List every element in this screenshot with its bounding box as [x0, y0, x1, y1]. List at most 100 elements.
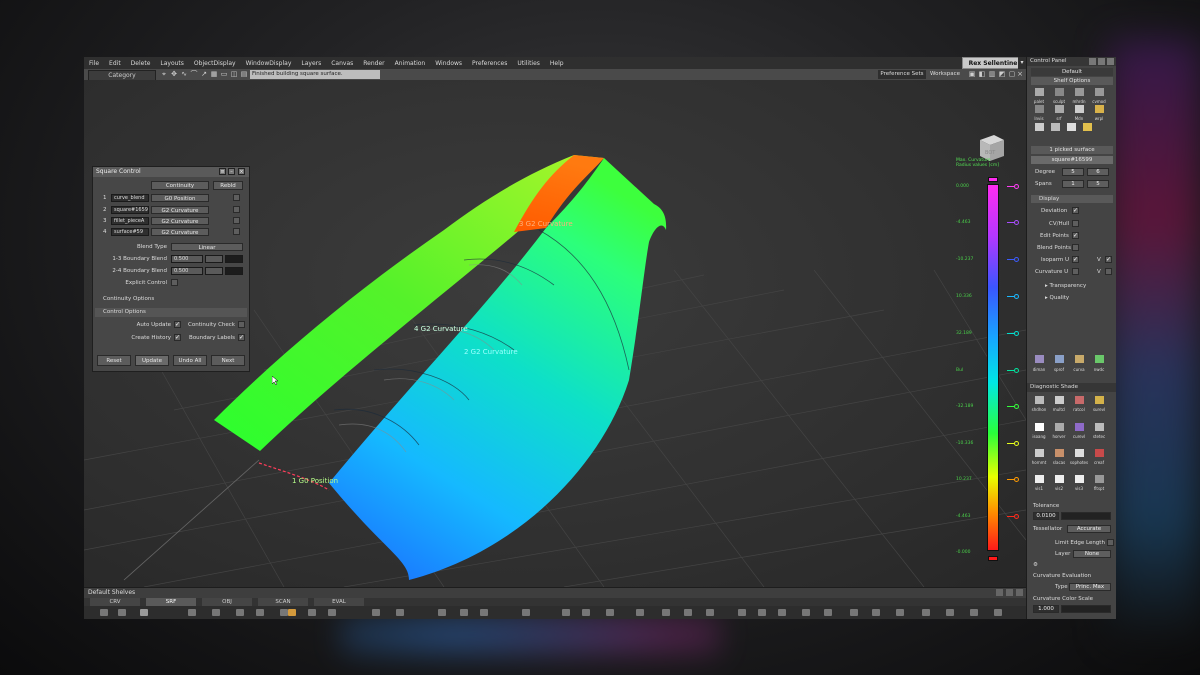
continuity-dropdown[interactable]: G2 Curvature — [151, 217, 209, 225]
layer-dropdown[interactable]: None — [1073, 550, 1111, 558]
shelf-tool-icon[interactable] — [396, 609, 404, 616]
workspace-button[interactable]: Workspace — [930, 70, 966, 79]
menu-delete[interactable]: Delete — [126, 60, 156, 67]
shelf-tool-icon[interactable] — [872, 609, 880, 616]
row-checkbox[interactable] — [233, 217, 240, 224]
camera-icon[interactable]: ◫ — [230, 70, 238, 78]
multcl-icon[interactable] — [1053, 396, 1065, 407]
continuity-dropdown[interactable]: G0 Position — [151, 194, 209, 202]
tab-scan[interactable]: SCAN — [258, 598, 308, 606]
menu-windowdisplay[interactable]: WindowDisplay — [241, 60, 297, 67]
shelf-tool-icon[interactable] — [662, 609, 670, 616]
spans-v-input[interactable]: 5 — [1087, 180, 1109, 188]
boundary-name-field[interactable]: curve_blend — [111, 194, 149, 202]
ratcol-icon[interactable] — [1073, 396, 1085, 407]
tool-icon[interactable] — [1065, 123, 1077, 134]
sophotes-icon[interactable] — [1073, 449, 1085, 460]
shelf-tool-icon[interactable] — [994, 609, 1002, 616]
menu-utilities[interactable]: Utilities — [512, 60, 545, 67]
sculpt-icon[interactable] — [1053, 88, 1065, 99]
legend-marker-orange[interactable] — [1007, 477, 1019, 483]
tool-icon[interactable] — [1033, 123, 1045, 134]
panel-menu-icon[interactable]: ≡ — [219, 168, 226, 175]
shelf-tool-icon[interactable] — [706, 609, 714, 616]
next-button[interactable]: Next — [211, 355, 245, 366]
default-dropdown[interactable]: Default — [1031, 68, 1113, 76]
shelf-tool-icon[interactable] — [636, 609, 644, 616]
row-checkbox[interactable] — [233, 194, 240, 201]
perspective-viewport[interactable]: 3 G2 Curvature 4 G2 Curvature 2 G2 Curva… — [84, 80, 1026, 587]
menu-canvas[interactable]: Canvas — [326, 60, 358, 67]
curevl-icon[interactable] — [1073, 423, 1085, 434]
tab-srf[interactable]: SRF — [146, 598, 196, 606]
diman-icon[interactable] — [1033, 355, 1045, 366]
shelf-tool-icon[interactable] — [946, 609, 954, 616]
panel-close-icon[interactable]: × — [238, 168, 245, 175]
boundary-13-input[interactable]: 0.500 — [171, 255, 203, 263]
hornmt-icon[interactable] — [1033, 449, 1045, 460]
menu-edit[interactable]: Edit — [104, 60, 126, 67]
spans-u-input[interactable]: 1 — [1062, 180, 1084, 188]
shelf-tool-icon[interactable] — [684, 609, 692, 616]
shelf-tool-icon[interactable] — [896, 609, 904, 616]
surevl-icon[interactable] — [1093, 396, 1105, 407]
vis1-icon[interactable] — [1033, 475, 1045, 486]
boundary-name-field[interactable]: surface#59 — [111, 228, 149, 236]
shelf-tool-icon[interactable] — [778, 609, 786, 616]
window-layout-icon[interactable]: ▣ — [968, 70, 976, 78]
arrow-icon[interactable]: ↗ — [200, 70, 208, 78]
tool-icon[interactable] — [1049, 123, 1061, 134]
tolerance-slider[interactable] — [1061, 512, 1111, 520]
mhrdn-icon[interactable] — [1073, 88, 1085, 99]
shelf-tool-icon[interactable] — [850, 609, 858, 616]
fltspt-icon[interactable] — [1093, 475, 1105, 486]
boundary-name-field[interactable]: square#16599 — [111, 206, 149, 214]
boundary-name-field[interactable]: fillet_pieceA — [111, 217, 149, 225]
transparency-toggle[interactable]: ▸ Transparency — [1045, 283, 1086, 289]
shelf-tool-icon[interactable] — [280, 609, 288, 616]
row-checkbox[interactable] — [233, 206, 240, 213]
slacas-icon[interactable] — [1053, 449, 1065, 460]
update-button[interactable]: Update — [135, 355, 169, 366]
create-history-checkbox[interactable]: ✓ — [174, 334, 181, 341]
perspective-icon[interactable]: ◩ — [998, 70, 1006, 78]
isoparm-v-checkbox[interactable]: ✓ — [1105, 256, 1112, 263]
menu-help[interactable]: Help — [545, 60, 569, 67]
menu-layouts[interactable]: Layouts — [155, 60, 189, 67]
shelf-tool-icon[interactable] — [802, 609, 810, 616]
boundary-13-slider[interactable] — [205, 255, 223, 263]
vis2-icon[interactable] — [1053, 475, 1065, 486]
cp-close-icon[interactable] — [1107, 58, 1114, 65]
shelf-options-dropdown[interactable]: Shelf Options — [1031, 77, 1113, 85]
sprof-icon[interactable] — [1053, 355, 1065, 366]
legend-marker-red[interactable] — [1007, 514, 1019, 520]
tessellator-dropdown[interactable]: Accurate — [1067, 525, 1111, 533]
shelf-tool-icon[interactable] — [212, 609, 220, 616]
user-chevron-icon[interactable]: ▾ — [1018, 57, 1026, 69]
mdn-icon[interactable] — [1073, 105, 1085, 116]
shelves-window-controls[interactable] — [996, 589, 1024, 596]
shelf-tool-icon[interactable] — [824, 609, 832, 616]
wrpl-icon[interactable] — [1093, 105, 1105, 116]
undo-all-button[interactable]: Undo All — [173, 355, 207, 366]
tab-crv[interactable]: CRV — [90, 598, 140, 606]
shdhon-icon[interactable] — [1033, 396, 1045, 407]
curvature-u-checkbox[interactable] — [1072, 268, 1079, 275]
tab-eval[interactable]: EVAL — [314, 598, 364, 606]
menu-render[interactable]: Render — [358, 60, 389, 67]
rebld-button[interactable]: Rebld — [213, 181, 243, 190]
shelf-tool-icon[interactable] — [140, 609, 148, 616]
continuity-button[interactable]: Continuity — [151, 181, 209, 190]
lnvis-icon[interactable] — [1033, 105, 1045, 116]
menu-layers[interactable]: Layers — [296, 60, 326, 67]
quad-view-icon[interactable]: ▥ — [988, 70, 996, 78]
legend-marker-yellow[interactable] — [1007, 441, 1019, 447]
palette-icon[interactable] — [1033, 88, 1045, 99]
panel-minimize-icon[interactable]: – — [228, 168, 235, 175]
cvmod-icon[interactable] — [1093, 88, 1105, 99]
settings-icon[interactable]: ⚙ — [1033, 562, 1038, 568]
shelf-tool-icon[interactable] — [606, 609, 614, 616]
blend-type-dropdown[interactable]: Linear — [171, 243, 243, 251]
isoparm-u-checkbox[interactable]: ✓ — [1072, 256, 1079, 263]
user-account-button[interactable]: Rex Sellentine — [962, 57, 1024, 69]
